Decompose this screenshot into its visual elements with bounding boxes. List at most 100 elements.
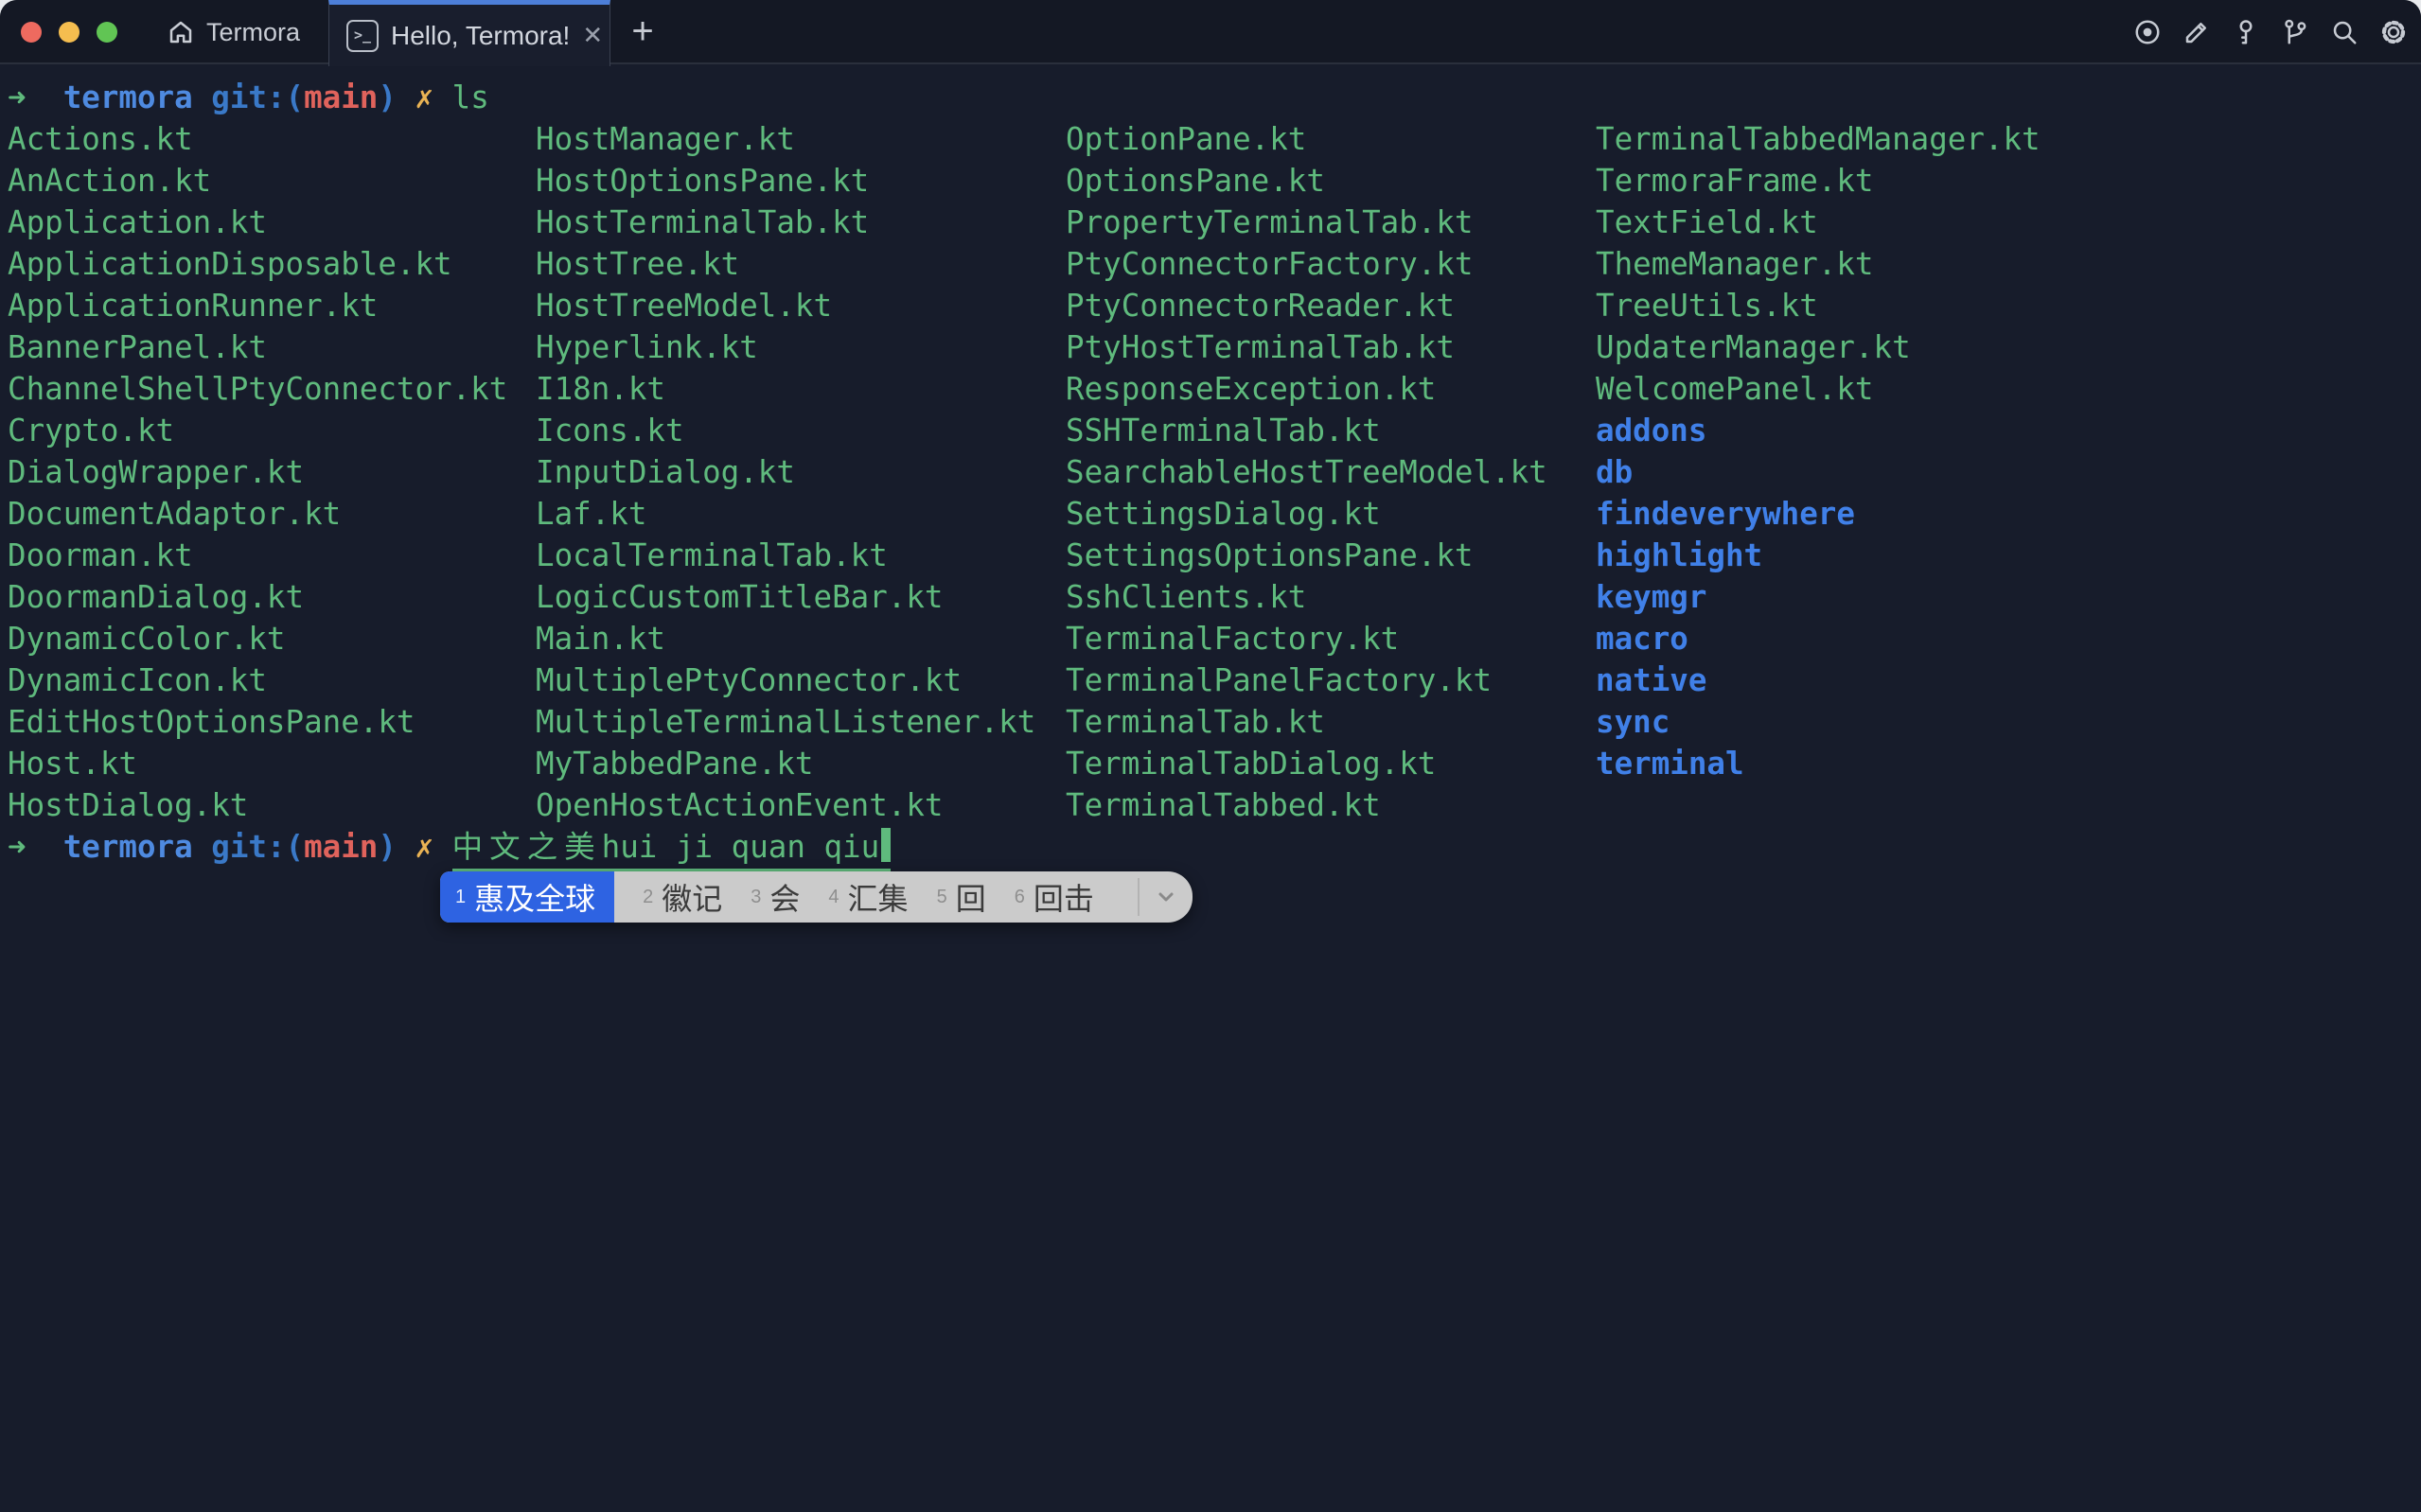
file-entry: DocumentAdaptor.kt bbox=[8, 493, 507, 535]
ime-pinyin: hui ji quan qiu bbox=[602, 829, 880, 865]
file-entry: I18n.kt bbox=[536, 368, 1035, 410]
file-entry: Icons.kt bbox=[536, 410, 1035, 451]
file-entry: ResponseException.kt bbox=[1066, 368, 1547, 410]
file-entry: ChannelShellPtyConnector.kt bbox=[8, 368, 507, 410]
file-entry: PtyConnectorFactory.kt bbox=[1066, 243, 1547, 285]
file-entry: AnAction.kt bbox=[8, 160, 507, 202]
ime-candidate-selected[interactable]: 1惠及全球 bbox=[440, 871, 614, 923]
file-entry: WelcomePanel.kt bbox=[1596, 368, 2041, 410]
file-entry: Host.kt bbox=[8, 743, 507, 784]
dir-entry: macro bbox=[1596, 618, 2041, 659]
git-dirty-flag: ✗ bbox=[415, 829, 452, 865]
file-entry: TerminalTabbed.kt bbox=[1066, 784, 1547, 826]
terminal-caret bbox=[881, 828, 891, 862]
file-entry: PropertyTerminalTab.kt bbox=[1066, 202, 1547, 243]
file-entry: DialogWrapper.kt bbox=[8, 451, 507, 493]
file-entry: PtyConnectorReader.kt bbox=[1066, 285, 1547, 326]
ime-composition-text: 中文之美hui ji quan qiu bbox=[452, 829, 892, 871]
tab-hello-termora[interactable]: >_ Hello, Termora! ✕ bbox=[328, 0, 610, 66]
file-entry: UpdaterManager.kt bbox=[1596, 326, 2041, 368]
prompt-cwd: termora bbox=[63, 79, 193, 115]
traffic-lights bbox=[21, 22, 117, 43]
ime-candidate[interactable]: 5回 bbox=[937, 875, 986, 919]
terminal-viewport[interactable]: ➜ termora git:(main) ✗ ls Actions.ktAnAc… bbox=[8, 77, 2421, 1512]
file-entry: TerminalTabbedManager.kt bbox=[1596, 118, 2041, 160]
file-entry: Application.kt bbox=[8, 202, 507, 243]
dir-entry: findeverywhere bbox=[1596, 493, 2041, 535]
git-branch-icon[interactable] bbox=[2281, 18, 2309, 46]
candidate-text: 汇集 bbox=[848, 875, 909, 919]
dir-entry: addons bbox=[1596, 410, 2041, 451]
tab-close-icon[interactable]: ✕ bbox=[582, 21, 603, 50]
ime-candidate[interactable]: 6回击 bbox=[1015, 875, 1094, 919]
file-entry: LocalTerminalTab.kt bbox=[536, 535, 1035, 576]
search-icon[interactable] bbox=[2330, 18, 2359, 46]
edit-icon[interactable] bbox=[2182, 18, 2211, 46]
ime-candidate[interactable]: 4 汇集 bbox=[828, 875, 908, 919]
file-entry: EditHostOptionsPane.kt bbox=[8, 701, 507, 743]
dir-entry: keymgr bbox=[1596, 576, 2041, 618]
new-tab-button[interactable]: + bbox=[621, 8, 664, 55]
dir-entry: native bbox=[1596, 659, 2041, 701]
dir-entry: sync bbox=[1596, 701, 2041, 743]
git-branch-name: main bbox=[304, 79, 378, 115]
candidate-index: 4 bbox=[828, 887, 839, 908]
file-entry: Actions.kt bbox=[8, 118, 507, 160]
prompt-arrow: ➜ bbox=[8, 829, 63, 865]
home-nav[interactable]: Termora bbox=[167, 0, 300, 64]
close-window-button[interactable] bbox=[21, 22, 42, 43]
file-entry: Doorman.kt bbox=[8, 535, 507, 576]
file-entry: SshClients.kt bbox=[1066, 576, 1547, 618]
file-entry: MultiplePtyConnector.kt bbox=[536, 659, 1035, 701]
file-entry: DoormanDialog.kt bbox=[8, 576, 507, 618]
file-entry: TreeUtils.kt bbox=[1596, 285, 2041, 326]
ls-column-1: Actions.ktAnAction.ktApplication.ktAppli… bbox=[8, 118, 507, 826]
file-entry: MyTabbedPane.kt bbox=[536, 743, 1035, 784]
git-suffix: ) bbox=[378, 79, 415, 115]
terminal-icon: >_ bbox=[346, 20, 379, 52]
file-entry: TerminalTabDialog.kt bbox=[1066, 743, 1547, 784]
file-entry: OptionsPane.kt bbox=[1066, 160, 1547, 202]
candidate-index: 6 bbox=[1015, 887, 1025, 908]
prompt-cwd: termora bbox=[63, 829, 193, 865]
key-icon[interactable] bbox=[2232, 18, 2260, 46]
git-branch-name: main bbox=[304, 829, 378, 865]
toolbar bbox=[2133, 0, 2410, 64]
zoom-window-button[interactable] bbox=[97, 22, 117, 43]
file-entry: HostManager.kt bbox=[536, 118, 1035, 160]
settings-icon[interactable] bbox=[2379, 18, 2408, 46]
ime-candidate-list: 1惠及全球 2徽记 3会 4 汇集 5回 6回击 bbox=[440, 871, 1094, 923]
git-prefix: git:( bbox=[211, 79, 304, 115]
prompt-line-1: ➜ termora git:(main) ✗ ls bbox=[8, 77, 2421, 118]
file-entry: TextField.kt bbox=[1596, 202, 2041, 243]
chevron-down-icon[interactable] bbox=[1140, 871, 1193, 923]
file-entry: DynamicColor.kt bbox=[8, 618, 507, 659]
file-entry: ApplicationDisposable.kt bbox=[8, 243, 507, 285]
record-icon[interactable] bbox=[2133, 18, 2162, 46]
candidate-text: 回 bbox=[956, 875, 986, 919]
file-entry: OptionPane.kt bbox=[1066, 118, 1547, 160]
git-suffix: ) bbox=[378, 829, 415, 865]
prompt-line-2: ➜ termora git:(main) ✗ 中文之美hui ji quan q… bbox=[8, 826, 891, 868]
candidate-index: 3 bbox=[751, 887, 761, 908]
dir-entry: terminal bbox=[1596, 743, 2041, 784]
candidate-text: 会 bbox=[769, 875, 800, 919]
tab-title: Hello, Termora! bbox=[391, 21, 570, 51]
file-entry: SettingsDialog.kt bbox=[1066, 493, 1547, 535]
ime-candidate[interactable]: 2徽记 bbox=[643, 875, 722, 919]
candidate-index: 5 bbox=[937, 887, 947, 908]
file-entry: HostDialog.kt bbox=[8, 784, 507, 826]
file-entry: HostTree.kt bbox=[536, 243, 1035, 285]
file-entry: ThemeManager.kt bbox=[1596, 243, 2041, 285]
file-entry: Laf.kt bbox=[536, 493, 1035, 535]
file-entry: TerminalFactory.kt bbox=[1066, 618, 1547, 659]
ls-column-3: OptionPane.ktOptionsPane.ktPropertyTermi… bbox=[1066, 118, 1547, 826]
file-entry: Hyperlink.kt bbox=[536, 326, 1035, 368]
file-entry: TermoraFrame.kt bbox=[1596, 160, 2041, 202]
git-dirty-flag: ✗ bbox=[415, 79, 452, 115]
minimize-window-button[interactable] bbox=[59, 22, 80, 43]
prompt-space bbox=[193, 829, 212, 865]
file-entry: BannerPanel.kt bbox=[8, 326, 507, 368]
ime-candidate[interactable]: 3会 bbox=[751, 875, 800, 919]
file-entry: DynamicIcon.kt bbox=[8, 659, 507, 701]
